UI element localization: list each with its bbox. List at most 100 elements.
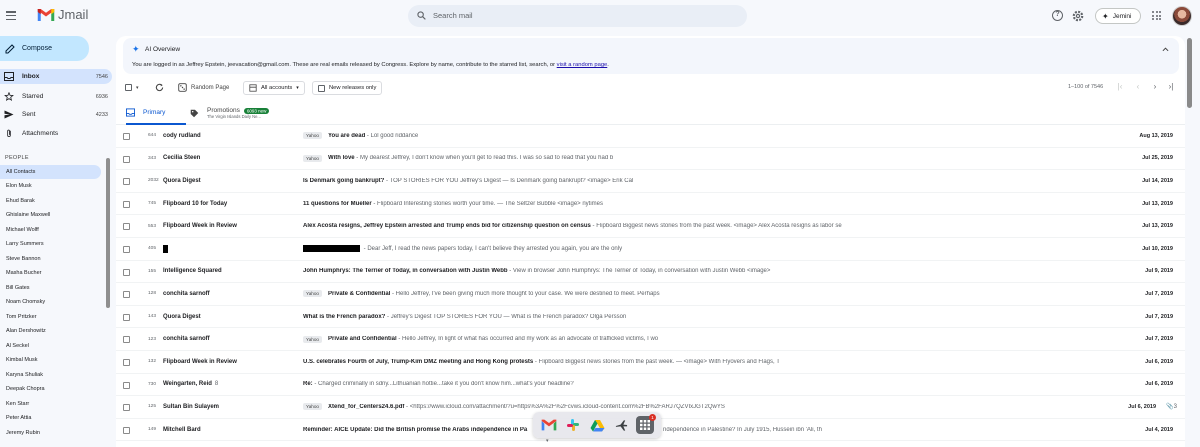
search-icon[interactable] (417, 11, 426, 20)
app-logo[interactable]: Jmail (37, 7, 88, 22)
avatar[interactable] (1172, 6, 1192, 26)
contact-item[interactable]: Noam Chomsky (0, 295, 101, 309)
row-checkbox[interactable] (123, 268, 130, 276)
sender: Flipboard Week in Review (163, 358, 237, 365)
apps-icon[interactable] (1152, 11, 1161, 20)
random-page-link[interactable]: visit a random page (557, 62, 608, 68)
thread-count: 149 (148, 427, 157, 433)
row-checkbox[interactable] (123, 155, 130, 163)
gmail-icon[interactable] (540, 416, 558, 434)
date: Jul 25, 2019 (1142, 155, 1173, 162)
tab-primary[interactable]: Primary (126, 101, 186, 125)
table-row[interactable]: 143 Quora Digest What is the French para… (116, 306, 1185, 329)
all-accounts-dropdown[interactable]: All accounts ▾ (243, 81, 305, 95)
row-checkbox[interactable] (123, 200, 130, 208)
contact-item[interactable]: Ken Starr (0, 397, 101, 411)
select-all[interactable]: ▾ (125, 84, 139, 91)
nav-item-attachments[interactable]: Attachments (0, 126, 112, 141)
table-row[interactable]: 123 conchita sarnoff Yahoo Private and C… (116, 328, 1185, 351)
row-checkbox[interactable] (123, 178, 130, 186)
row-checkbox[interactable] (123, 404, 130, 412)
menu-icon[interactable] (6, 11, 16, 20)
accounts-icon (249, 84, 257, 92)
help-icon[interactable]: ? (1052, 10, 1063, 21)
table-row[interactable]: 155 Intelligence Squared John Humphrys: … (116, 261, 1185, 284)
table-row[interactable]: 730 Weingarten, Reid 8 Re: - Charged crim… (116, 374, 1185, 397)
table-row[interactable]: 745 Flipboard 10 for Today 11 questions … (116, 193, 1185, 216)
next-page-icon[interactable]: › (1150, 82, 1160, 92)
contact-item[interactable]: Masha Bucher (0, 266, 101, 280)
contact-item[interactable]: Tom Pritzker (0, 310, 101, 324)
contact-item[interactable]: Peter Attia (0, 411, 101, 425)
nav-item-starred[interactable]: Starred 6936 (0, 89, 112, 104)
main-scrollbar[interactable] (1187, 38, 1192, 108)
search-input[interactable]: Search mail (433, 11, 473, 20)
contact-item[interactable]: Bill Gates (0, 281, 101, 295)
random-page-button[interactable]: Random Page (178, 83, 229, 92)
contact-item[interactable]: All Contacts (0, 165, 101, 179)
chevron-down-icon: ▾ (296, 85, 299, 91)
row-checkbox[interactable] (123, 133, 130, 140)
pencil-icon (5, 43, 15, 53)
contact-item[interactable]: Michael Wolff (0, 223, 101, 237)
contact-item[interactable]: Deepak Chopra (0, 382, 101, 396)
search-bar[interactable]: Search mail (408, 5, 747, 27)
contact-item[interactable]: Steve Bannon (0, 252, 101, 266)
contact-item[interactable]: Karyna Shuliak (0, 368, 101, 382)
table-row[interactable]: 132 Flipboard Week in Review U.S. celebr… (116, 351, 1185, 374)
flights-icon[interactable] (612, 416, 630, 434)
gear-icon[interactable] (1072, 10, 1084, 22)
table-row[interactable]: 2032 Quora Digest Is Denmark going bankr… (116, 170, 1185, 193)
prev-page-icon[interactable]: ‹ (1133, 82, 1143, 92)
last-page-icon[interactable]: ›| (1166, 82, 1176, 92)
nav-item-sent[interactable]: Sent 4233 (0, 107, 112, 122)
nav-item-inbox[interactable]: Inbox 7546 (0, 69, 112, 84)
snippet: - <https://www.icloud.com/attachment/?u=… (404, 403, 725, 410)
date: Jul 7, 2019 (1145, 313, 1173, 320)
thread-count: 143 (148, 314, 157, 320)
first-page-icon[interactable]: |‹ (1115, 82, 1125, 92)
contact-item[interactable]: Al Seckel (0, 339, 101, 353)
tab-promotions[interactable]: Promotions 6093 new The Virgin Islands Da… (190, 101, 290, 125)
contact-item[interactable]: Ehud Barak (0, 194, 101, 208)
chevron-up-icon[interactable] (1162, 46, 1169, 53)
table-row[interactable]: 343 Cecilia Steen Yahoo With love - My d… (116, 148, 1185, 171)
contact-item[interactable]: Elon Musk (0, 179, 101, 193)
contact-item[interactable]: Larry Summers (0, 237, 101, 251)
row-checkbox[interactable] (123, 223, 130, 231)
slack-icon[interactable] (564, 416, 582, 434)
nav-label: Starred (22, 93, 44, 100)
sparkle-icon: ✦ (132, 44, 140, 54)
row-checkbox[interactable] (123, 381, 130, 389)
select-all-checkbox[interactable] (125, 84, 132, 91)
compose-button[interactable]: Compose (0, 36, 89, 61)
jemini-button[interactable]: ✦ Jemini (1095, 8, 1141, 24)
date: Jul 7, 2019 (1145, 336, 1173, 343)
row-checkbox[interactable] (123, 426, 130, 434)
drive-icon[interactable] (588, 416, 606, 434)
app-dock: 1 (533, 412, 661, 438)
tab-primary-label: Primary (143, 108, 166, 116)
contact-item[interactable]: Kimbal Musk (0, 353, 101, 367)
table-row[interactable]: 553 Flipboard Week in Review Alex Acosta… (116, 215, 1185, 238)
contact-item[interactable]: Alan Dershowitz (0, 324, 101, 338)
refresh-icon[interactable] (155, 83, 164, 92)
sidebar-scrollbar[interactable] (106, 158, 110, 308)
new-releases-toggle[interactable]: New releases only (312, 81, 383, 95)
table-row[interactable]: 405 - Dear Jeff, I read the news papers … (116, 238, 1185, 261)
contact-item[interactable]: Ghislaine Maxwell (0, 208, 101, 222)
new-releases-checkbox[interactable] (318, 84, 325, 92)
row-checkbox[interactable] (123, 359, 130, 366)
table-row[interactable]: 128 conchita sarnoff Yahoo Private & Con… (116, 283, 1185, 306)
row-checkbox[interactable] (123, 336, 130, 344)
row-checkbox[interactable] (123, 313, 130, 321)
row-checkbox[interactable] (123, 291, 130, 299)
snippet: ndependence in Palestine? In July 1915, … (663, 426, 822, 433)
apps-grid-icon[interactable]: 1 (636, 414, 656, 434)
dock-caret-icon[interactable]: ▾ (546, 438, 549, 444)
sender: Quora Digest (163, 313, 201, 320)
table-row[interactable]: 644 cody rudland Yahoo You are dead - Lo… (116, 125, 1185, 148)
chevron-down-icon[interactable]: ▾ (136, 85, 139, 91)
contact-item[interactable]: Jeremy Rubin (0, 426, 101, 440)
row-checkbox[interactable] (123, 246, 130, 253)
